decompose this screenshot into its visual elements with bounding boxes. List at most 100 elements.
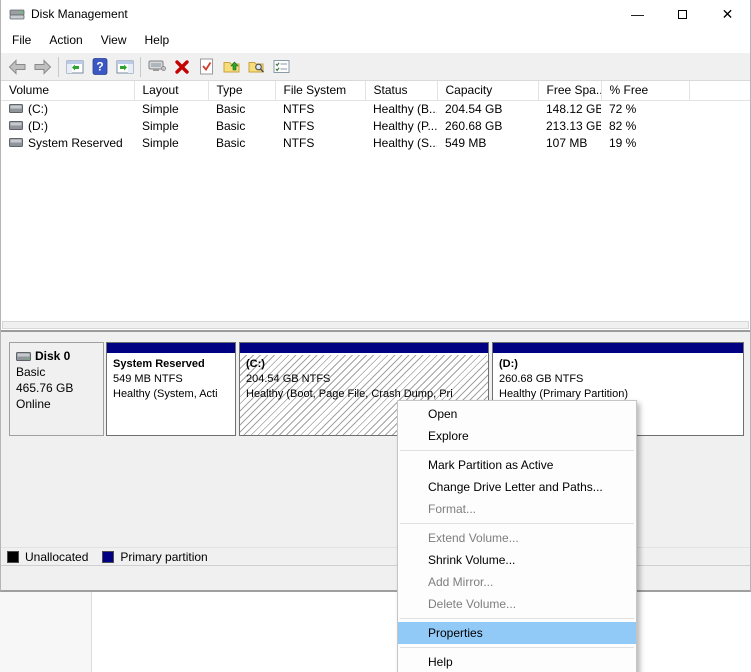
cell-pct-free: 72 % — [601, 100, 689, 117]
forward-icon — [33, 59, 52, 75]
column-header-layout[interactable]: Layout — [134, 81, 208, 100]
menu-item-add-mirror[interactable]: Add Mirror... — [398, 571, 636, 593]
volume-row-d[interactable]: (D:) Simple Basic NTFS Healthy (P... 260… — [1, 117, 750, 134]
delete-volume-icon — [174, 59, 190, 75]
column-header-pct-free[interactable]: % Free — [601, 81, 689, 100]
menu-separator — [400, 523, 634, 524]
cell-capacity: 260.68 GB — [437, 117, 538, 134]
cell-type: Basic — [208, 134, 275, 151]
show-action-pane-icon — [116, 59, 134, 75]
legend-label: Primary partition — [120, 550, 207, 564]
menu-item-format[interactable]: Format... — [398, 498, 636, 520]
disk-management-app-icon — [9, 6, 25, 22]
folder-search-icon — [248, 59, 266, 74]
partition-size: 549 MB NTFS — [113, 372, 235, 387]
window-title: Disk Management — [31, 7, 615, 21]
cell-file-system: NTFS — [275, 100, 365, 117]
cell-free-space: 213.13 GB — [538, 117, 601, 134]
partition-color-bar — [107, 343, 235, 355]
menu-item-delete-volume[interactable]: Delete Volume... — [398, 593, 636, 615]
menu-separator — [400, 450, 634, 451]
checklist-icon — [273, 59, 290, 74]
help-button[interactable]: ? — [87, 56, 112, 78]
column-header-status[interactable]: Status — [365, 81, 437, 100]
cell-status: Healthy (P... — [365, 117, 437, 134]
cell-pct-free: 19 % — [601, 134, 689, 151]
forward-button[interactable] — [30, 56, 55, 78]
maximize-button[interactable] — [660, 0, 705, 28]
column-header-file-system[interactable]: File System — [275, 81, 365, 100]
menu-item-help[interactable]: Help — [398, 651, 636, 672]
partition-name: (C:) — [246, 357, 488, 372]
volume-name: (C:) — [28, 102, 48, 116]
disk-type: Basic — [16, 364, 101, 380]
horizontal-scrollbar[interactable] — [2, 321, 749, 329]
volume-name: System Reserved — [28, 136, 123, 150]
folder-search-button[interactable] — [244, 56, 269, 78]
viewer-button[interactable] — [144, 56, 169, 78]
partition-color-bar — [240, 343, 488, 355]
volume-row-system-reserved[interactable]: System Reserved Simple Basic NTFS Health… — [1, 134, 750, 151]
legend-label: Unallocated — [25, 550, 88, 564]
svg-text:?: ? — [96, 60, 103, 74]
menu-item-change-drive-letter[interactable]: Change Drive Letter and Paths... — [398, 476, 636, 498]
menu-item-shrink-volume[interactable]: Shrink Volume... — [398, 549, 636, 571]
column-header-capacity[interactable]: Capacity — [437, 81, 538, 100]
partition-size: 260.68 GB NTFS — [499, 372, 743, 387]
column-header-type[interactable]: Type — [208, 81, 275, 100]
cell-capacity: 549 MB — [437, 134, 538, 151]
partition-name: (D:) — [499, 357, 743, 372]
cell-layout: Simple — [134, 134, 208, 151]
cell-status: Healthy (S... — [365, 134, 437, 151]
menu-item-mark-partition-active[interactable]: Mark Partition as Active — [398, 454, 636, 476]
maximize-icon — [678, 10, 687, 19]
column-header-free-space[interactable]: Free Spa... — [538, 81, 601, 100]
cell-free-space: 107 MB — [538, 134, 601, 151]
volume-row-c[interactable]: (C:) Simple Basic NTFS Healthy (B... 204… — [1, 100, 750, 117]
disk-0-info-panel[interactable]: Disk 0 Basic 465.76 GB Online — [9, 342, 104, 436]
toolbar-separator — [58, 57, 59, 77]
legend-primary-partition: Primary partition — [102, 550, 207, 564]
menu-item-explore[interactable]: Explore — [398, 425, 636, 447]
partition-system-reserved[interactable]: System Reserved 549 MB NTFS Healthy (Sys… — [106, 342, 236, 436]
column-header-blank — [689, 81, 750, 100]
volume-icon — [9, 121, 23, 130]
folder-up-icon — [223, 59, 241, 74]
menu-view[interactable]: View — [92, 28, 136, 53]
task-check-button[interactable] — [194, 56, 219, 78]
unallocated-swatch — [7, 551, 19, 563]
checklist-button[interactable] — [269, 56, 294, 78]
close-button[interactable]: ✕ — [705, 0, 750, 28]
menu-file[interactable]: File — [3, 28, 40, 53]
back-icon — [8, 59, 27, 75]
task-check-icon — [199, 58, 214, 75]
show-console-tree-button[interactable] — [62, 56, 87, 78]
disk-name: Disk 0 — [35, 348, 70, 364]
menu-item-properties[interactable]: Properties — [398, 622, 636, 644]
toolbar-separator — [140, 57, 141, 77]
volume-list-pane: Volume Layout Type File System Status Ca… — [1, 81, 750, 330]
cell-capacity: 204.54 GB — [437, 100, 538, 117]
cell-type: Basic — [208, 117, 275, 134]
menu-item-open[interactable]: Open — [398, 403, 636, 425]
show-action-pane-button[interactable] — [112, 56, 137, 78]
menu-item-extend-volume[interactable]: Extend Volume... — [398, 527, 636, 549]
viewer-icon — [148, 59, 166, 74]
partition-context-menu: Open Explore Mark Partition as Active Ch… — [397, 400, 637, 672]
menu-action[interactable]: Action — [40, 28, 91, 53]
cell-status: Healthy (B... — [365, 100, 437, 117]
back-button[interactable] — [5, 56, 30, 78]
cell-layout: Simple — [134, 100, 208, 117]
table-header-row: Volume Layout Type File System Status Ca… — [1, 81, 750, 100]
delete-volume-button[interactable] — [169, 56, 194, 78]
cell-file-system: NTFS — [275, 134, 365, 151]
minimize-button[interactable]: — — [615, 0, 660, 28]
primary-partition-swatch — [102, 551, 114, 563]
graphical-view-pane: Disk 0 Basic 465.76 GB Online System Res… — [1, 336, 750, 590]
menu-help[interactable]: Help — [136, 28, 179, 53]
folder-up-button[interactable] — [219, 56, 244, 78]
partition-name: System Reserved — [113, 357, 235, 372]
volume-icon — [9, 104, 23, 113]
column-header-volume[interactable]: Volume — [1, 81, 134, 100]
close-icon: ✕ — [722, 6, 734, 23]
